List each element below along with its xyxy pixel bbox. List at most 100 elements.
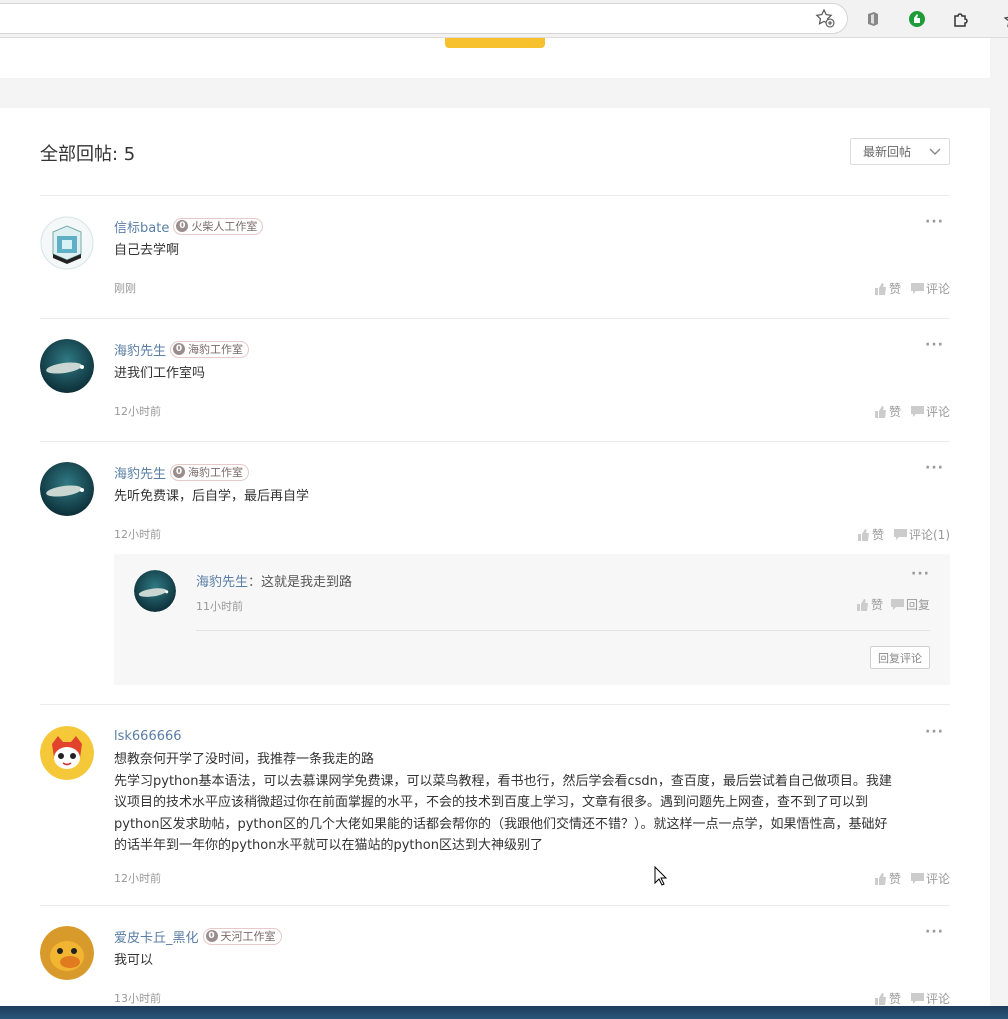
content-line: 议项目的技术水平应该稍微超过你在前面掌握的水平，不会的技术到百度上学习，文章有很… bbox=[114, 795, 869, 811]
avatar[interactable] bbox=[40, 726, 94, 780]
avatar[interactable] bbox=[40, 216, 94, 270]
top-card bbox=[0, 38, 990, 78]
reply-comment-button[interactable]: 回复评论 bbox=[870, 646, 930, 669]
more-options-button[interactable]: ··· bbox=[925, 214, 944, 230]
more-options-button[interactable]: ··· bbox=[925, 724, 944, 740]
reply-more-button[interactable]: ··· bbox=[911, 566, 930, 582]
level-badge: 0 bbox=[173, 343, 186, 355]
reply-author[interactable]: 海豹先生 bbox=[196, 575, 248, 590]
thumbs-up-icon bbox=[856, 598, 868, 611]
more-options-button[interactable]: ··· bbox=[925, 460, 944, 476]
reply-count-title: 全部回帖: 5 bbox=[40, 144, 136, 165]
studio-badge[interactable]: 0 天河工作室 bbox=[202, 927, 282, 945]
reply-separator: ： bbox=[248, 575, 262, 590]
author-name[interactable]: 海豹先生 bbox=[114, 463, 166, 482]
content-line: 想教奈何开学了没时间，我推荐一条我走的路 bbox=[114, 752, 375, 767]
post-item: 信标bate 0 火柴人工作室 自己去学啊 刚刚 ··· 赞 评论 bbox=[40, 214, 950, 306]
comments-card: 全部回帖: 5 最新回帖 信标bate 0 火柴人工作室 自己去学啊 刚刚 ··… bbox=[0, 108, 990, 1019]
like-button[interactable]: 赞 bbox=[874, 280, 901, 297]
like-button[interactable]: 赞 bbox=[874, 990, 901, 1007]
reply-avatar[interactable] bbox=[134, 570, 176, 612]
sort-dropdown-label: 最新回帖 bbox=[863, 145, 912, 159]
post-divider bbox=[40, 441, 950, 442]
comment-icon bbox=[910, 405, 924, 417]
reply-content: 这就是我走到路 bbox=[261, 575, 353, 590]
reply-divider bbox=[196, 630, 930, 631]
studio-name: 天河工作室 bbox=[220, 930, 276, 943]
post-item: lsk666666 想教奈何开学了没时间，我推荐一条我走的路 先学习python… bbox=[40, 724, 950, 896]
comment-icon bbox=[910, 992, 924, 1004]
header-divider bbox=[40, 195, 950, 196]
reply-time: 11小时前 bbox=[196, 600, 243, 613]
sort-dropdown[interactable]: 最新回帖 bbox=[850, 138, 950, 165]
studio-name: 海豹工作室 bbox=[188, 466, 244, 479]
avatar[interactable] bbox=[40, 926, 94, 980]
comment-label: 评论 bbox=[925, 992, 950, 1006]
comment-icon bbox=[910, 872, 924, 884]
content-line: 的话半年到一年你的python水平就可以在猫站的python区达到大神级别了 bbox=[114, 838, 543, 854]
post-item: 海豹先生 0 海豹工作室 先听免费课，后自学，最后再自学 12小时前 ··· 赞… bbox=[40, 460, 950, 692]
comment-icon bbox=[894, 528, 907, 540]
author-name[interactable]: lsk666666 bbox=[114, 729, 182, 744]
thumbs-up-icon bbox=[874, 282, 886, 295]
comment-label: 评论(1) bbox=[909, 528, 950, 542]
like-button[interactable]: 赞 bbox=[857, 526, 884, 543]
studio-name: 海豹工作室 bbox=[188, 343, 244, 356]
like-label: 赞 bbox=[888, 405, 901, 419]
comment-button[interactable]: 评论 bbox=[910, 280, 950, 297]
comment-button[interactable]: 评论(1) bbox=[894, 526, 950, 543]
studio-name: 火柴人工作室 bbox=[191, 220, 258, 233]
author-name[interactable]: 信标bate bbox=[114, 217, 169, 236]
author-name[interactable]: 海豹先生 bbox=[114, 340, 166, 359]
comment-button[interactable]: 评论 bbox=[910, 403, 950, 420]
comment-button[interactable]: 评论 bbox=[910, 990, 950, 1007]
post-content: 自己去学啊 bbox=[114, 243, 180, 258]
author-name[interactable]: 爱皮卡丘_黑化 bbox=[114, 927, 199, 946]
office-extension-icon[interactable] bbox=[863, 9, 883, 29]
mouse-cursor-icon bbox=[654, 865, 668, 890]
post-time: 13小时前 bbox=[114, 992, 161, 1005]
taskbar bbox=[0, 1006, 1008, 1019]
comment-icon bbox=[910, 282, 924, 294]
thumbs-up-icon bbox=[874, 405, 886, 418]
studio-badge[interactable]: 0 火柴人工作室 bbox=[173, 217, 264, 235]
avatar[interactable] bbox=[40, 339, 94, 393]
post-item: 爱皮卡丘_黑化 0 天河工作室 我可以 13小时前 ··· 赞 评论 bbox=[40, 924, 950, 1016]
more-options-button[interactable]: ··· bbox=[925, 337, 944, 353]
post-divider bbox=[40, 318, 950, 319]
studio-badge[interactable]: 0 海豹工作室 bbox=[170, 340, 250, 358]
content-line: python区发求助帖，python区的几个大佬如果能的话都会帮你的（我跟他们交… bbox=[114, 816, 888, 832]
content-line: 先学习python基本语法，可以去慕课网学免费课，可以菜鸟教程，看书也行，然后学… bbox=[114, 773, 892, 789]
post-content: 进我们工作室吗 bbox=[114, 366, 206, 381]
yellow-action-button[interactable] bbox=[445, 38, 545, 48]
thumbs-up-icon bbox=[874, 992, 886, 1005]
post-time: 12小时前 bbox=[114, 405, 161, 418]
post-divider bbox=[40, 704, 950, 705]
browser-toolbar bbox=[0, 0, 1008, 38]
puzzle-icon[interactable] bbox=[951, 9, 971, 29]
address-bar[interactable] bbox=[0, 3, 848, 34]
star-add-icon[interactable] bbox=[815, 8, 835, 28]
comment-button[interactable]: 评论 bbox=[910, 870, 950, 887]
comment-label: 评论 bbox=[925, 872, 950, 886]
post-item: 海豹先生 0 海豹工作室 进我们工作室吗 12小时前 ··· 赞 评论 bbox=[40, 337, 950, 429]
star-partial-icon[interactable] bbox=[998, 9, 1008, 29]
avatar[interactable] bbox=[40, 462, 94, 516]
comment-icon bbox=[890, 598, 904, 610]
reply-reply-button[interactable]: 回复 bbox=[890, 596, 930, 613]
reply-label: 回复 bbox=[905, 598, 930, 612]
post-content: 想教奈何开学了没时间，我推荐一条我走的路 先学习python基本语法，可以去慕课… bbox=[114, 749, 950, 857]
more-options-button[interactable]: ··· bbox=[925, 924, 944, 940]
green-extension-icon[interactable] bbox=[907, 9, 927, 29]
post-time: 刚刚 bbox=[114, 282, 136, 295]
like-label: 赞 bbox=[870, 598, 883, 612]
studio-badge[interactable]: 0 海豹工作室 bbox=[170, 463, 250, 481]
level-badge: 0 bbox=[173, 466, 186, 478]
like-button[interactable]: 赞 bbox=[874, 870, 901, 887]
comment-label: 评论 bbox=[925, 282, 950, 296]
like-button[interactable]: 赞 bbox=[874, 403, 901, 420]
post-time: 12小时前 bbox=[114, 528, 161, 541]
level-badge: 0 bbox=[205, 930, 218, 942]
post-divider bbox=[40, 905, 950, 906]
reply-like-button[interactable]: 赞 bbox=[856, 596, 883, 613]
